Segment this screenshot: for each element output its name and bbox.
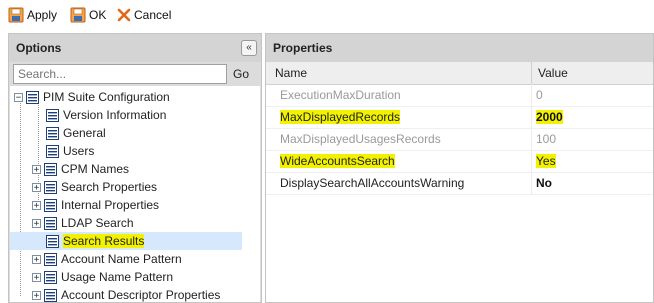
cancel-button[interactable]: Cancel [117, 5, 171, 25]
tree-node-label: Usage Name Pattern [61, 270, 174, 284]
config-node-icon [44, 252, 57, 266]
column-header-value[interactable]: Value [538, 66, 568, 80]
config-node-icon [44, 216, 57, 230]
property-name: MaxDisplayedUsagesRecords [280, 132, 441, 146]
expand-node-icon[interactable]: + [32, 290, 41, 300]
tree-node-label: Users [63, 144, 95, 158]
property-value[interactable]: 0 [536, 88, 543, 102]
tree-node-account-name-pattern[interactable]: + Account Name Pattern [32, 250, 182, 268]
ok-button[interactable]: OK [70, 5, 106, 25]
cell-divider [531, 150, 532, 172]
options-title: Options [16, 41, 62, 55]
tree-node-ldap-search[interactable]: + LDAP Search [32, 214, 134, 232]
cell-divider [531, 128, 532, 150]
config-node-icon [44, 180, 57, 194]
config-node-icon [46, 144, 59, 158]
expand-node-icon[interactable]: + [32, 218, 41, 228]
tree-node-usage-name-pattern[interactable]: + Usage Name Pattern [32, 268, 173, 286]
config-node-icon [44, 270, 57, 284]
expand-node-icon[interactable]: + [32, 254, 41, 264]
property-row[interactable]: ExecutionMaxDuration 0 [266, 84, 653, 107]
properties-title: Properties [273, 41, 333, 55]
expand-node-icon[interactable]: + [32, 164, 41, 174]
tree-node-label: LDAP Search [61, 216, 134, 230]
property-name: MaxDisplayedRecords [280, 110, 401, 124]
tree-node-general[interactable]: General [46, 124, 106, 142]
config-node-icon [44, 162, 57, 176]
tree-node-internal-properties[interactable]: + Internal Properties [32, 196, 159, 214]
tree-node-version-information[interactable]: Version Information [46, 106, 166, 124]
tree-node-label: Internal Properties [61, 198, 160, 212]
options-header: Options « [9, 34, 261, 62]
column-divider[interactable] [531, 62, 532, 84]
property-name: WideAccountsSearch [280, 154, 395, 168]
close-x-icon [117, 8, 131, 22]
config-node-icon [46, 234, 59, 248]
properties-header: Properties [266, 34, 653, 62]
tree-node-root[interactable]: − PIM Suite Configuration [14, 88, 170, 106]
tree-node-label: Version Information [63, 108, 167, 122]
apply-label: Apply [27, 8, 58, 22]
options-search-input[interactable] [13, 64, 227, 84]
property-name: DisplaySearchAllAccountsWarning [280, 176, 465, 190]
tree-node-label: Account Name Pattern [61, 252, 182, 266]
apply-button[interactable]: Apply [8, 5, 57, 25]
property-row[interactable]: DisplaySearchAllAccountsWarning No [266, 172, 653, 195]
expand-node-icon[interactable]: + [32, 200, 41, 210]
config-node-icon [44, 198, 57, 212]
expand-node-icon[interactable]: + [32, 272, 41, 282]
config-node-icon [46, 108, 59, 122]
collapse-button[interactable]: « [241, 40, 257, 56]
tree-node-label: PIM Suite Configuration [43, 90, 170, 104]
options-tree: − PIM Suite Configuration Version Inform… [10, 86, 260, 302]
tree-node-label: Account Descriptor Properties [61, 288, 221, 302]
properties-column-header: Name Value [266, 62, 653, 85]
tree-connector [20, 100, 21, 296]
cell-divider [531, 84, 532, 106]
property-row[interactable]: MaxDisplayedRecords 2000 [266, 106, 653, 129]
property-row[interactable]: MaxDisplayedUsagesRecords 100 [266, 128, 653, 151]
property-value[interactable]: No [536, 176, 552, 190]
tree-node-label: Search Properties [61, 180, 158, 194]
tree-node-label: Search Results [63, 234, 145, 248]
property-value[interactable]: Yes [536, 154, 556, 168]
collapse-node-icon[interactable]: − [14, 92, 23, 102]
options-search-row: Go [9, 62, 261, 86]
ok-label: OK [89, 8, 107, 22]
go-button[interactable]: Go [233, 67, 249, 81]
tree-node-users[interactable]: Users [46, 142, 94, 160]
property-name: ExecutionMaxDuration [280, 88, 401, 102]
config-node-icon [44, 288, 57, 302]
tree-node-label: CPM Names [61, 162, 130, 176]
cell-divider [531, 106, 532, 128]
toolbar: Apply OK Cancel [0, 0, 654, 30]
cell-divider [531, 172, 532, 194]
property-value[interactable]: 2000 [536, 110, 563, 124]
property-row[interactable]: WideAccountsSearch Yes [266, 150, 653, 173]
column-header-name[interactable]: Name [275, 66, 307, 80]
expand-node-icon[interactable]: + [32, 182, 41, 192]
tree-node-cpm-names[interactable]: + CPM Names [32, 160, 129, 178]
config-node-icon [46, 126, 59, 140]
save-disk-icon [8, 7, 24, 23]
tree-node-search-results[interactable]: Search Results [10, 232, 242, 250]
config-node-icon [26, 90, 39, 104]
properties-panel: Properties Name Value ExecutionMaxDurati… [265, 33, 654, 303]
tree-node-account-descriptor-properties[interactable]: + Account Descriptor Properties [32, 286, 220, 302]
tree-node-search-properties[interactable]: + Search Properties [32, 178, 157, 196]
double-chevron-left-icon: « [246, 42, 252, 53]
options-panel: Options « Go − PIM Suite Configuration V… [8, 33, 262, 303]
property-value[interactable]: 100 [536, 132, 556, 146]
save-disk-icon [70, 7, 86, 23]
cancel-label: Cancel [134, 8, 172, 22]
tree-node-label: General [63, 126, 106, 140]
